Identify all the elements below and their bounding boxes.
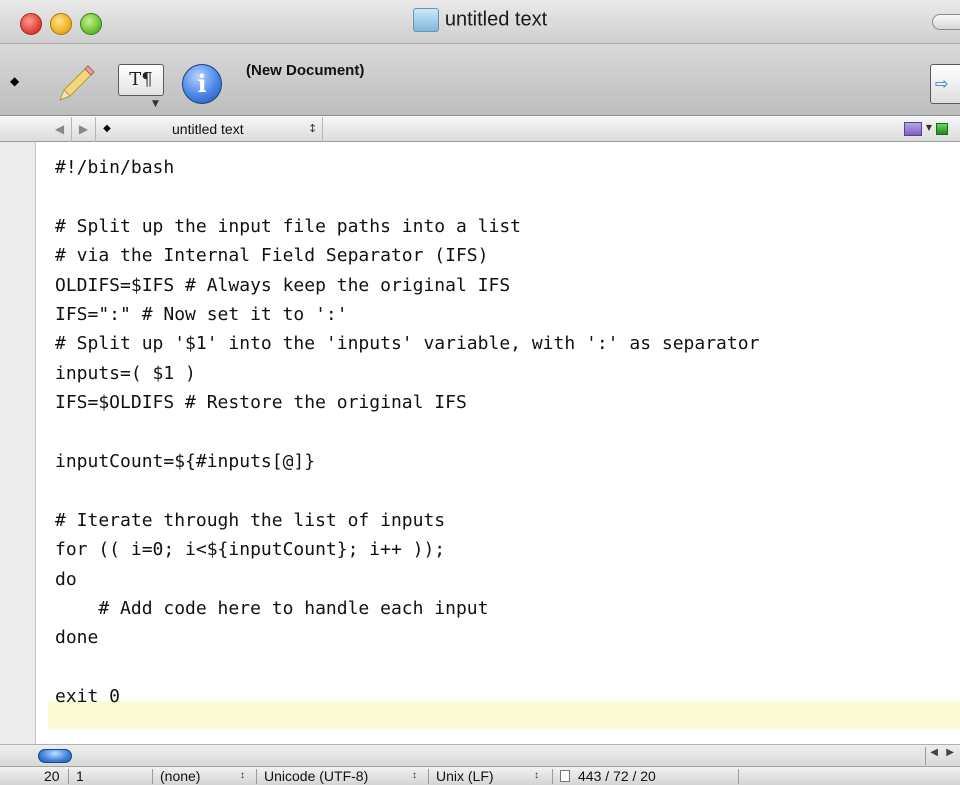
- syntax-mode-popup[interactable]: (none): [160, 767, 200, 785]
- divider: [256, 769, 257, 784]
- split-view-icon[interactable]: [936, 123, 948, 135]
- code-line: # via the Internal Field Separator (IFS): [55, 245, 489, 267]
- divider: [68, 769, 69, 784]
- code-line: #!/bin/bash: [55, 157, 175, 178]
- toolbar-toggle-button[interactable]: [932, 14, 960, 30]
- info-button[interactable]: i: [182, 64, 222, 104]
- code-line: inputs=( $1 ): [55, 362, 196, 384]
- code-line: done: [55, 627, 99, 649]
- back-button[interactable]: ◀: [48, 117, 72, 142]
- divider: [738, 769, 739, 784]
- text-editor[interactable]: #!/bin/bash # Split up the input file pat…: [37, 142, 960, 744]
- popup-arrows-icon: ↕: [534, 770, 539, 781]
- code-line: # Add code here to handle each input: [55, 598, 489, 619]
- pencil-icon[interactable]: [52, 62, 98, 104]
- code-line: exit 0: [55, 686, 121, 708]
- popup-arrows-icon: ↕: [412, 770, 417, 781]
- navigation-bar: ◀ ▶ ◆ untitled text ↕ ▼: [0, 117, 960, 142]
- code-line: # Iterate through the list of inputs: [55, 509, 446, 531]
- column-number: 1: [76, 768, 84, 784]
- current-line-highlight: [48, 701, 960, 729]
- unsaved-diamond-icon: ◆: [103, 123, 111, 134]
- document-proxy-icon[interactable]: [412, 8, 439, 32]
- scroll-right-arrow-icon[interactable]: ▶: [946, 747, 954, 758]
- toolbar-action-button[interactable]: ⇨: [930, 64, 960, 104]
- text-options-button[interactable]: T¶: [118, 64, 164, 96]
- document-stats: 443 / 72 / 20: [560, 767, 656, 785]
- code-line: IFS=":" # Now set it to ':': [55, 304, 348, 325]
- toolbar: ◆ T¶ ▼ i (New Document) ⇨: [0, 44, 960, 116]
- chevron-down-icon: ▼: [152, 99, 159, 109]
- forward-button[interactable]: ▶: [72, 117, 96, 142]
- code-line: OLDIFS=$IFS # Always keep the original I…: [55, 274, 511, 296]
- scroll-left-arrow-icon[interactable]: ◀: [930, 747, 938, 758]
- horizontal-scrollbar[interactable]: ◀ ▶: [0, 744, 960, 766]
- divider: [552, 769, 553, 784]
- chevron-down-icon: ▼: [925, 123, 932, 132]
- document-popup[interactable]: untitled text: [172, 117, 244, 141]
- window-title: untitled text: [444, 8, 548, 31]
- code-line: # Split up the input file paths into a l…: [55, 215, 521, 237]
- divider: [925, 747, 926, 765]
- status-bar: 20 1 (none) ↕ Unicode (UTF-8) ↕ Unix (LF…: [0, 766, 960, 785]
- line-number: 20: [44, 768, 60, 784]
- popup-arrows-icon: ↕: [240, 770, 245, 781]
- divider: [322, 117, 323, 142]
- line-endings-popup[interactable]: Unix (LF): [436, 767, 494, 785]
- code-line: inputCount=${#inputs[@]}: [55, 451, 316, 472]
- unsaved-diamond-icon: ◆: [10, 74, 20, 88]
- stats-text: 443 / 72 / 20: [578, 768, 656, 784]
- divider: [152, 769, 153, 784]
- document-status-label: (New Document): [246, 62, 365, 79]
- title-bar: untitled text: [0, 0, 960, 44]
- popup-arrows-icon: ↕: [308, 122, 318, 135]
- divider: [428, 769, 429, 784]
- code-line: # Split up '$1' into the 'inputs' variab…: [55, 333, 760, 355]
- code-line: do: [55, 568, 77, 590]
- line-gutter: [0, 142, 36, 744]
- bookmarks-icon[interactable]: [904, 122, 922, 136]
- text-encoding-popup[interactable]: Unicode (UTF-8): [264, 767, 368, 785]
- window-title-wrap: untitled text: [0, 8, 960, 32]
- document-icon: [560, 770, 570, 782]
- code-line: for (( i=0; i<${inputCount}; i++ ));: [55, 539, 446, 561]
- scrollbar-thumb[interactable]: [38, 749, 72, 763]
- code-line: IFS=$OLDIFS # Restore the original IFS: [55, 392, 467, 414]
